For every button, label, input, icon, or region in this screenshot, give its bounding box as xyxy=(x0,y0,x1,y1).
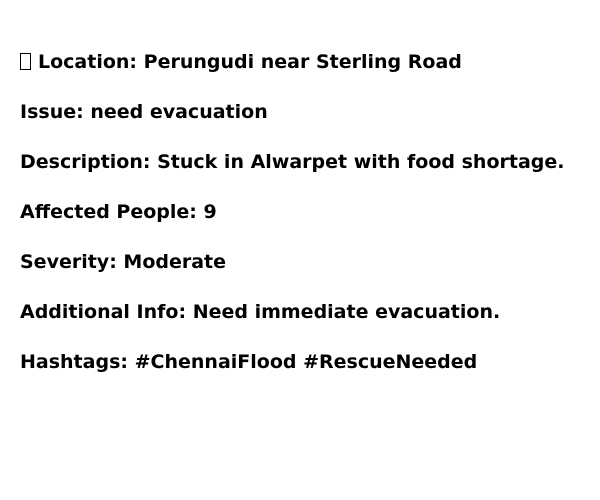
location-value: Perungudi near Sterling Road xyxy=(143,51,462,73)
hashtags-value: #ChennaiFlood #RescueNeeded xyxy=(134,351,478,373)
description-label: Description: xyxy=(20,151,151,173)
severity-value: Moderate xyxy=(123,251,227,273)
additional-info-value: Need immediate evacuation. xyxy=(192,301,501,323)
hashtags-line: Hashtags: #ChennaiFlood #RescueNeeded xyxy=(20,350,477,374)
issue-value: need evacuation xyxy=(90,101,268,123)
issue-line: Issue: need evacuation xyxy=(20,100,268,124)
severity-label: Severity: xyxy=(20,251,117,273)
issue-label: Issue: xyxy=(20,101,84,123)
description-line: Description: Stuck in Alwarpet with food… xyxy=(20,150,564,174)
location-label: Location: xyxy=(38,51,138,73)
pin-icon xyxy=(20,53,31,70)
emergency-report: Location: Perungudi near Sterling Road I… xyxy=(0,0,600,500)
hashtags-label: Hashtags: xyxy=(20,351,128,373)
description-value: Stuck in Alwarpet with food shortage. xyxy=(157,151,565,173)
affected-people-label: Affected People: xyxy=(20,201,197,223)
affected-people-line: Affected People: 9 xyxy=(20,200,217,224)
location-line: Location: Perungudi near Sterling Road xyxy=(20,50,462,74)
additional-info-label: Additional Info: xyxy=(20,301,187,323)
additional-info-line: Additional Info: Need immediate evacuati… xyxy=(20,300,500,324)
severity-line: Severity: Moderate xyxy=(20,250,226,274)
affected-people-value: 9 xyxy=(203,201,217,223)
